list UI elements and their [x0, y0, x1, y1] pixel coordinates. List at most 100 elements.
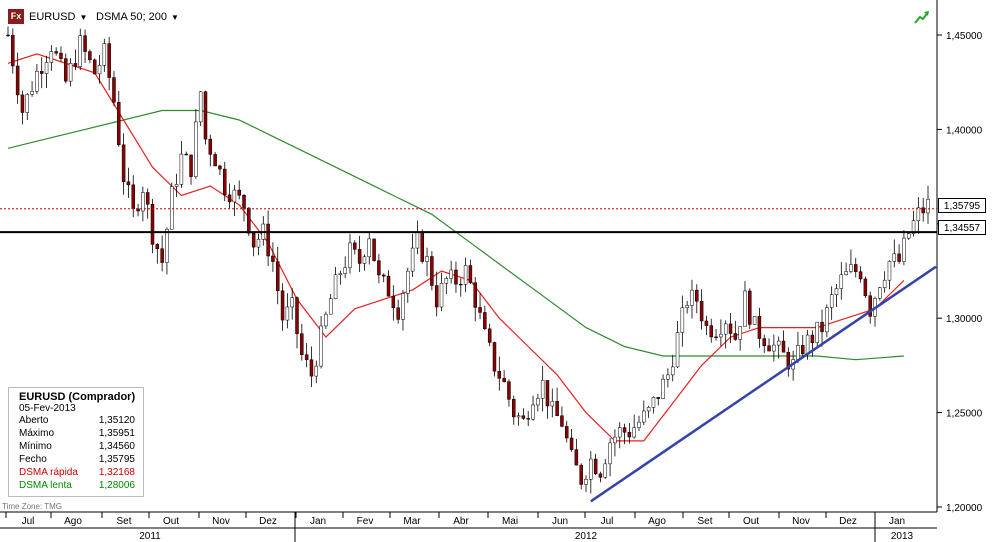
candle-body	[878, 287, 882, 299]
candle-body	[121, 144, 126, 183]
candle-body	[218, 165, 222, 170]
candle-body	[88, 51, 92, 61]
candle-body	[743, 290, 747, 327]
candle-body	[434, 285, 439, 308]
candle-body	[776, 340, 781, 346]
candle-body	[256, 239, 261, 248]
x-tick-label: Nov	[792, 516, 810, 527]
candle-body	[593, 458, 598, 475]
candle-body	[825, 307, 829, 333]
candle-body	[820, 321, 824, 333]
candle-body	[839, 274, 844, 289]
symbol-selector[interactable]: EURUSD ▼	[29, 11, 87, 23]
candle-body	[165, 228, 169, 263]
y-tick-label: 1,30000	[946, 314, 983, 325]
legend-row-label: DSMA lenta	[19, 480, 72, 491]
candle-body	[208, 138, 213, 155]
candle-body	[203, 91, 208, 140]
x-tick-label: Ago	[64, 516, 82, 527]
x-tick-label: Mai	[502, 516, 518, 527]
candle-body	[11, 34, 15, 67]
candle-body	[598, 473, 603, 478]
legend-row-label: DSMA rápida	[19, 467, 78, 478]
candle-body	[280, 290, 285, 321]
candle-body	[406, 270, 410, 294]
candle-body	[391, 295, 396, 309]
candle-body	[574, 449, 579, 466]
candle-body	[849, 264, 853, 272]
candle-body	[372, 238, 376, 261]
candle-body	[381, 274, 386, 277]
candle-body	[430, 256, 434, 286]
x-tick-label: Jan	[889, 516, 905, 527]
x-axis-ticks: Jul Ago Set Out Nov Dez Jan Fev Mar Abr Mai Jun Jul A…	[5, 512, 914, 542]
legend-row-label: Fecho	[19, 454, 47, 465]
candle-body	[892, 253, 897, 262]
candle-body	[102, 43, 107, 66]
candle-body	[632, 427, 636, 438]
candle-body	[328, 298, 333, 315]
candle-body	[728, 323, 733, 334]
candle-body	[853, 264, 858, 272]
y-tick-label: 1,45000	[946, 31, 983, 42]
candle-body	[324, 313, 328, 327]
candle-body	[126, 181, 131, 186]
candle-body	[748, 290, 752, 325]
candle-body	[579, 464, 583, 485]
candle-body	[767, 345, 771, 352]
legend-row-value: 1,35120	[98, 415, 135, 426]
candle-body	[223, 168, 227, 196]
x-tick-label: Jul	[601, 516, 614, 527]
candle-body	[415, 232, 420, 249]
candle-body	[64, 58, 68, 82]
candle-body	[545, 380, 550, 407]
candle-body	[396, 307, 400, 320]
x-tick-label: Mar	[403, 516, 421, 527]
candle-body	[685, 305, 689, 308]
candle-body	[271, 255, 275, 262]
candle-body	[752, 316, 757, 325]
candle-body	[622, 427, 627, 433]
x-tick-label: Out	[743, 516, 759, 527]
indicator-selector[interactable]: DSMA 50; 200 ▼	[96, 11, 179, 23]
candle-body	[247, 207, 251, 234]
candle-body	[916, 207, 921, 221]
y-axis-ticks: 1,450001,400001,350001,300001,250001,200…	[937, 31, 983, 514]
legend-row-label: Mínimo	[19, 441, 52, 452]
candle-body	[695, 289, 699, 302]
candle-body	[227, 194, 232, 203]
candle-body	[420, 232, 424, 262]
candle-body	[661, 378, 665, 399]
candle-body	[719, 333, 723, 338]
trend-arrow-icon[interactable]	[914, 10, 930, 24]
x-tick-label: Fev	[357, 516, 374, 527]
candle-body	[444, 278, 449, 284]
candle-body	[487, 328, 492, 343]
fx-icon[interactable]: Fx	[8, 9, 24, 24]
candle-body	[73, 63, 78, 67]
candle-body	[526, 418, 530, 420]
candle-body	[117, 101, 121, 146]
y-tick-label: 1,40000	[946, 125, 983, 136]
candle-body	[642, 410, 646, 423]
candle-body	[6, 34, 10, 37]
candle-body	[439, 283, 444, 308]
candle-body	[275, 261, 280, 292]
candle-body	[20, 94, 25, 113]
candle-body	[675, 332, 680, 368]
legend-row-label: Máximo	[19, 428, 55, 439]
candle-body	[897, 253, 901, 262]
candle-body	[290, 297, 294, 308]
x-tick-label: Nov	[212, 516, 230, 527]
candle-body	[757, 316, 762, 339]
candle-body	[449, 269, 453, 279]
candle-body	[627, 432, 632, 438]
candle-body	[198, 91, 203, 123]
candle-body	[829, 294, 834, 308]
candle-body	[170, 186, 174, 230]
x-tick-label: Abr	[453, 516, 469, 527]
candle-body	[309, 359, 314, 377]
candle-body	[555, 401, 559, 416]
year-label: 2011	[139, 531, 161, 542]
candle-body	[666, 374, 670, 380]
